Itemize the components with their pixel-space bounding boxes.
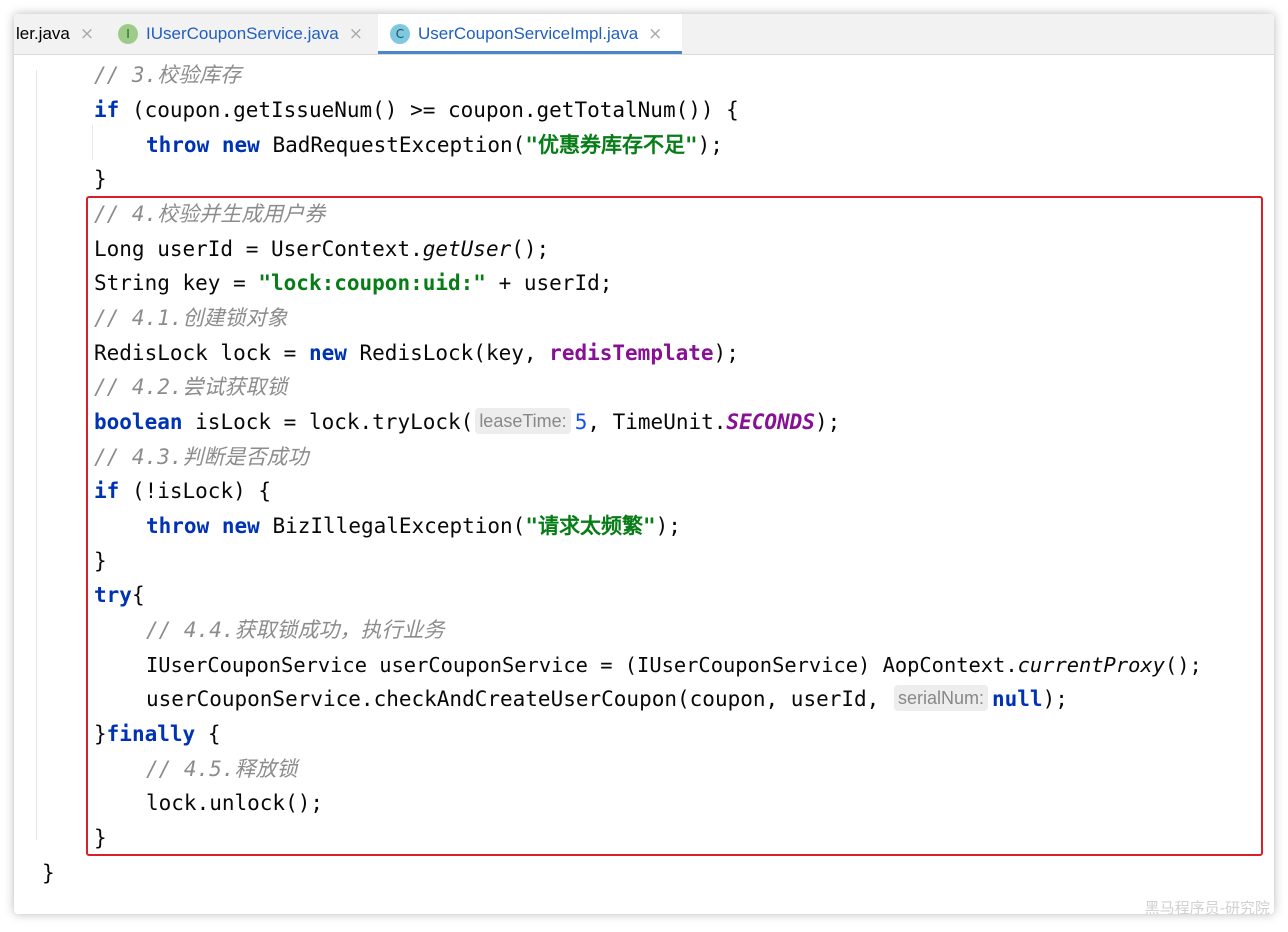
code-line-2: if (coupon.getIssueNum() >= coupon.getTo… [94,93,739,128]
watermark: 黑马程序员-研究院 [1144,899,1270,917]
close-icon[interactable]: × [349,24,363,44]
tab-label: ler.java [16,24,70,43]
tab-label: IUserCouponService.java [146,24,339,43]
code-line-4: } [94,162,107,197]
class-icon: C [390,24,410,44]
indent-guide [92,125,93,160]
tab-iusercouponservice-java[interactable]: I IUserCouponService.java × [118,14,370,54]
code-text: } [42,861,55,885]
editor-tab-bar: ler.java × I IUserCouponService.java × C… [14,14,1274,55]
code-text: } [94,167,107,191]
code-line-24: } [42,856,55,891]
code-text: ); [697,133,723,157]
code-text: (coupon.getIssueNum() >= coupon.getTotal… [119,98,739,122]
comment: // 3.校验库存 [94,63,242,87]
keyword: throw [146,133,210,157]
tab-usercouponserviceimpl-java[interactable]: C UserCouponServiceImpl.java × [378,14,682,54]
active-tab-indicator [378,51,682,54]
string-literal: "优惠券库存不足" [525,133,698,157]
tab-label: UserCouponServiceImpl.java [418,24,639,43]
tab-controller-java[interactable]: ler.java × [14,14,116,54]
editor-window: ler.java × I IUserCouponService.java × C… [14,14,1274,914]
code-line-1: // 3.校验库存 [94,58,241,93]
highlight-annotation-box [86,196,1263,856]
close-icon[interactable]: × [80,24,94,44]
code-text: BadRequestException( [259,133,526,157]
keyword: new [221,133,260,157]
code-line-3: throw new BadRequestException("优惠券库存不足")… [146,128,723,163]
close-icon[interactable]: × [648,24,662,44]
interface-icon: I [118,24,138,44]
keyword: if [94,98,120,122]
